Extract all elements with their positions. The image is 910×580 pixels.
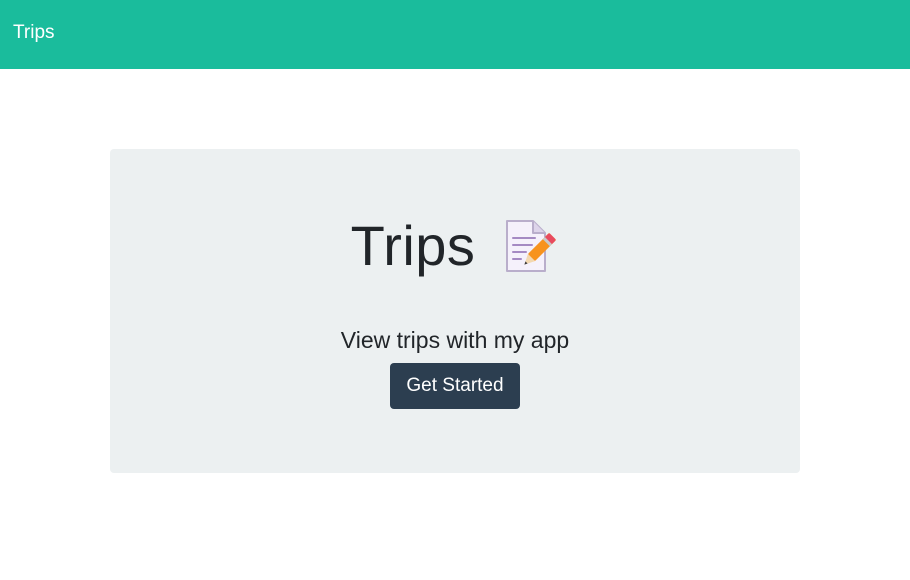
hero-title: Trips xyxy=(110,203,800,289)
hero-title-text: Trips xyxy=(350,214,476,277)
hero-subtitle: View trips with my app xyxy=(340,327,570,353)
top-navbar: Trips xyxy=(0,0,910,69)
hero-panel: Trips View trips with my app Get Started xyxy=(110,149,800,473)
get-started-button[interactable]: Get Started xyxy=(390,363,520,409)
navbar-brand-link[interactable]: Trips xyxy=(13,20,55,46)
memo-icon xyxy=(501,217,559,275)
